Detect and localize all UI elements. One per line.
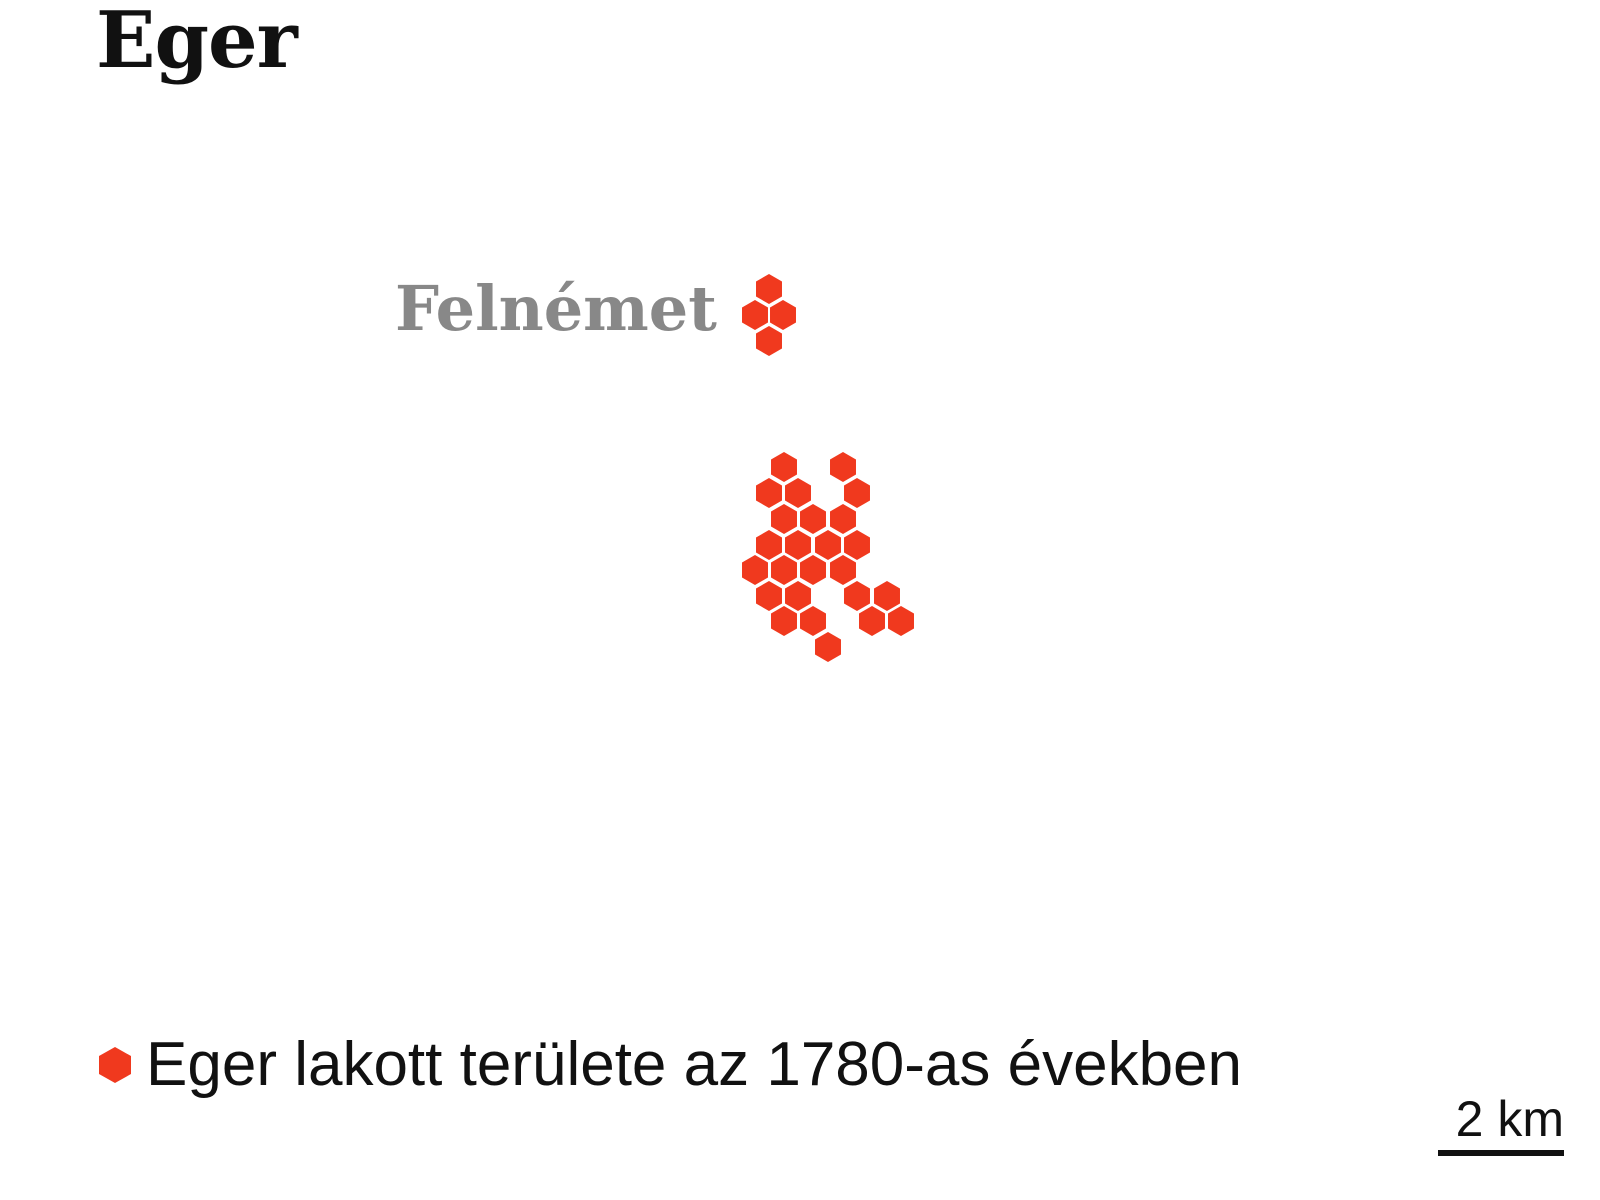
- legend-hexagon-icon: [99, 1047, 131, 1083]
- eger-settlement-hexagon: [830, 504, 856, 534]
- scale-bar: 2 km: [1438, 1094, 1564, 1156]
- eger-settlement-hexagon: [859, 606, 885, 636]
- eger-settlement-hexagon: [756, 478, 782, 508]
- eger-settlement-hexagon: [800, 504, 826, 534]
- scale-label: 2 km: [1455, 1091, 1564, 1147]
- legend-label: Eger lakott területe az 1780-as években: [146, 1030, 1243, 1099]
- scale-line: [1438, 1150, 1564, 1156]
- eger-settlement-hexagon: [756, 581, 782, 611]
- eger-settlement-hexagon: [844, 530, 870, 560]
- eger-settlement-hexagon: [771, 504, 797, 534]
- eger-settlement-hexagon: [771, 452, 797, 482]
- eger-settlement-hexagon: [800, 555, 826, 585]
- eger-settlement-hexagon: [742, 555, 768, 585]
- eger-settlement-hexagon: [771, 555, 797, 585]
- felnemet-settlement-hexagon: [756, 274, 782, 304]
- eger-settlement-hexagon: [771, 606, 797, 636]
- felnemet-settlement-hexagon: [770, 300, 796, 330]
- settlement-map: [742, 274, 914, 662]
- eger-settlement-hexagon: [844, 478, 870, 508]
- eger-settlement-hexagon: [830, 555, 856, 585]
- eger-settlement-hexagon: [756, 530, 782, 560]
- eger-settlement-hexagon: [844, 581, 870, 611]
- eger-settlement-hexagon: [800, 606, 826, 636]
- eger-settlement-hexagon: [888, 606, 914, 636]
- eger-settlement-hexagon: [785, 530, 811, 560]
- eger-settlement-hexagon: [830, 452, 856, 482]
- eger-settlement-hexagon: [785, 478, 811, 508]
- legend: Eger lakott területe az 1780-as években: [98, 1034, 1242, 1096]
- eger-settlement-hexagon: [874, 581, 900, 611]
- eger-settlement-hexagon: [785, 581, 811, 611]
- eger-settlement-hexagon: [815, 632, 841, 662]
- felnemet-settlement-hexagon: [742, 300, 768, 330]
- eger-settlement-hexagon: [815, 530, 841, 560]
- felnemet-settlement-hexagon: [756, 326, 782, 356]
